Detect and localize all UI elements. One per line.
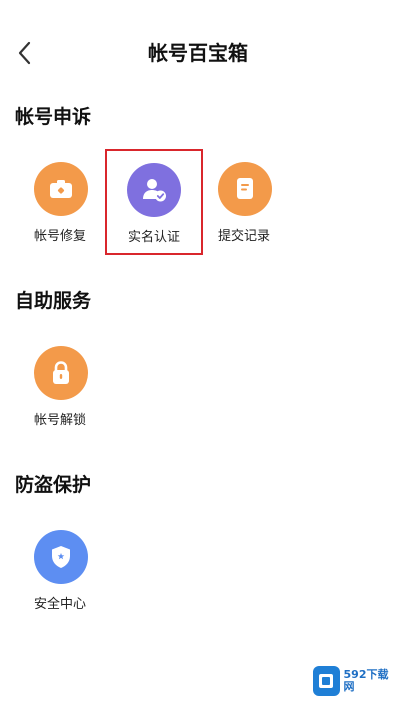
account-unlock-button[interactable]: 帐号解锁 xyxy=(12,338,108,442)
tile-label: 实名认证 xyxy=(127,230,180,245)
section-title-account-appeal: 帐号申诉 xyxy=(15,106,92,128)
submission-records-button[interactable]: 提交记录 xyxy=(196,154,292,258)
page-title: 帐号百宝箱 xyxy=(148,41,248,65)
user-verified-icon xyxy=(127,163,181,217)
account-repair-button[interactable]: 帐号修复 xyxy=(12,154,108,258)
shield-icon xyxy=(34,530,88,584)
tile-label: 提交记录 xyxy=(217,229,270,244)
tile-label: 帐号修复 xyxy=(33,229,86,244)
watermark-logo-icon xyxy=(313,666,340,696)
section-title-theft-protection: 防盗保护 xyxy=(15,474,92,496)
lock-icon xyxy=(34,346,88,400)
section-title-self-service: 自助服务 xyxy=(15,290,92,312)
security-center-button[interactable]: 安全中心 xyxy=(12,522,108,626)
tile-label: 帐号解锁 xyxy=(33,413,86,428)
document-icon xyxy=(218,162,272,216)
camera-briefcase-icon xyxy=(34,162,88,216)
real-name-verification-button[interactable]: 实名认证 xyxy=(105,149,203,255)
app-header: 帐号百宝箱 xyxy=(0,0,396,106)
watermark-text: 592下载网 xyxy=(343,668,389,693)
tile-label: 安全中心 xyxy=(33,597,86,612)
site-watermark: 592下载网 xyxy=(313,664,393,698)
